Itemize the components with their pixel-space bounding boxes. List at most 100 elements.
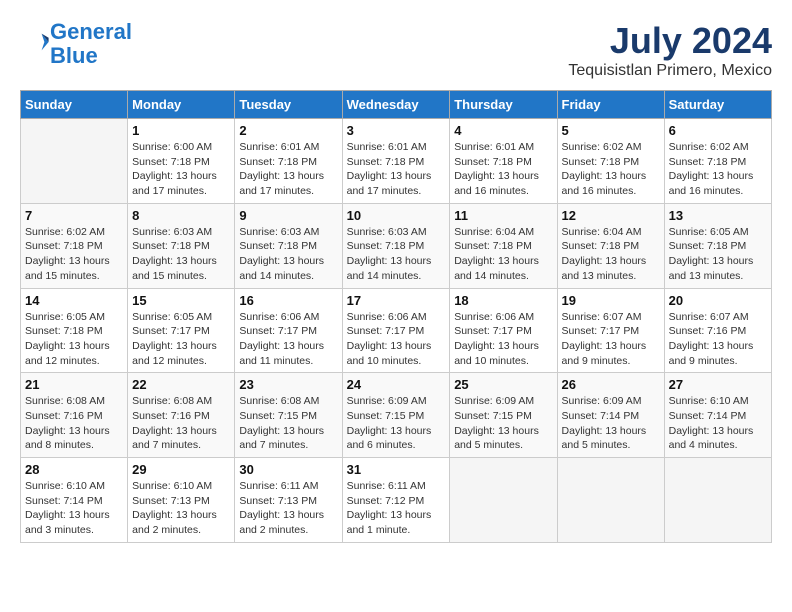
day-info: Sunrise: 6:09 AMSunset: 7:15 PMDaylight:…: [347, 394, 446, 453]
day-number: 25: [454, 377, 552, 392]
calendar-cell: 23Sunrise: 6:08 AMSunset: 7:15 PMDayligh…: [235, 373, 342, 458]
calendar-week-row: 1 Sunrise: 6:00 AMSunset: 7:18 PMDaylight…: [21, 119, 772, 204]
calendar-cell: 30 Sunrise: 6:11 AMSunset: 7:13 PMDayligh…: [235, 458, 342, 543]
calendar-cell: 22 Sunrise: 6:08 AMSunset: 7:16 PMDayligh…: [128, 373, 235, 458]
day-number: 15: [132, 293, 230, 308]
weekday-header: Sunday: [21, 91, 128, 119]
day-number: 20: [669, 293, 767, 308]
day-number: 9: [239, 208, 337, 223]
day-number: 12: [562, 208, 660, 223]
day-number: 8: [132, 208, 230, 223]
calendar-cell: 19 Sunrise: 6:07 AMSunset: 7:17 PMDayligh…: [557, 288, 664, 373]
day-info: Sunrise: 6:01 AMSunset: 7:18 PMDaylight:…: [347, 140, 446, 199]
day-number: 18: [454, 293, 552, 308]
day-info: Sunrise: 6:07 AMSunset: 7:16 PMDaylight:…: [669, 310, 767, 369]
day-number: 4: [454, 123, 552, 138]
logo-general: General: [50, 19, 132, 44]
calendar-week-row: 14 Sunrise: 6:05 AMSunset: 7:18 PMDayligh…: [21, 288, 772, 373]
day-info: Sunrise: 6:01 AMSunset: 7:18 PMDaylight:…: [454, 140, 552, 199]
calendar-cell: [450, 458, 557, 543]
day-number: 11: [454, 208, 552, 223]
day-number: 29: [132, 462, 230, 477]
page-header: General Blue July 2024 Tequisistlan Prim…: [20, 20, 772, 80]
day-number: 7: [25, 208, 123, 223]
calendar-cell: 5 Sunrise: 6:02 AMSunset: 7:18 PMDaylight…: [557, 119, 664, 204]
location-title: Tequisistlan Primero, Mexico: [568, 62, 772, 80]
day-info: Sunrise: 6:03 AMSunset: 7:18 PMDaylight:…: [347, 225, 446, 284]
day-number: 10: [347, 208, 446, 223]
day-number: 23: [239, 377, 337, 392]
calendar-cell: 26Sunrise: 6:09 AMSunset: 7:14 PMDayligh…: [557, 373, 664, 458]
day-info: Sunrise: 6:11 AMSunset: 7:13 PMDaylight:…: [239, 479, 337, 538]
weekday-header: Tuesday: [235, 91, 342, 119]
calendar-cell: 20 Sunrise: 6:07 AMSunset: 7:16 PMDayligh…: [664, 288, 771, 373]
calendar-cell: 7Sunrise: 6:02 AMSunset: 7:18 PMDaylight…: [21, 203, 128, 288]
day-number: 24: [347, 377, 446, 392]
day-info: Sunrise: 6:05 AMSunset: 7:17 PMDaylight:…: [132, 310, 230, 369]
calendar-cell: [557, 458, 664, 543]
day-number: 3: [347, 123, 446, 138]
day-info: Sunrise: 6:10 AMSunset: 7:13 PMDaylight:…: [132, 479, 230, 538]
calendar-cell: 28Sunrise: 6:10 AMSunset: 7:14 PMDayligh…: [21, 458, 128, 543]
day-number: 22: [132, 377, 230, 392]
day-number: 17: [347, 293, 446, 308]
day-info: Sunrise: 6:04 AMSunset: 7:18 PMDaylight:…: [562, 225, 660, 284]
day-number: 14: [25, 293, 123, 308]
day-info: Sunrise: 6:07 AMSunset: 7:17 PMDaylight:…: [562, 310, 660, 369]
day-info: Sunrise: 6:11 AMSunset: 7:12 PMDaylight:…: [347, 479, 446, 538]
calendar-cell: 27Sunrise: 6:10 AMSunset: 7:14 PMDayligh…: [664, 373, 771, 458]
day-number: 21: [25, 377, 123, 392]
day-info: Sunrise: 6:01 AMSunset: 7:18 PMDaylight:…: [239, 140, 337, 199]
day-info: Sunrise: 6:10 AMSunset: 7:14 PMDaylight:…: [669, 394, 767, 453]
calendar-week-row: 21 Sunrise: 6:08 AMSunset: 7:16 PMDayligh…: [21, 373, 772, 458]
calendar-cell: 14 Sunrise: 6:05 AMSunset: 7:18 PMDayligh…: [21, 288, 128, 373]
calendar-cell: 10 Sunrise: 6:03 AMSunset: 7:18 PMDayligh…: [342, 203, 450, 288]
calendar-cell: 25Sunrise: 6:09 AMSunset: 7:15 PMDayligh…: [450, 373, 557, 458]
day-number: 26: [562, 377, 660, 392]
calendar-cell: [664, 458, 771, 543]
calendar-cell: 11 Sunrise: 6:04 AMSunset: 7:18 PMDayligh…: [450, 203, 557, 288]
calendar-cell: 4 Sunrise: 6:01 AMSunset: 7:18 PMDaylight…: [450, 119, 557, 204]
weekday-header: Wednesday: [342, 91, 450, 119]
calendar-cell: 21Sunrise: 6:08 AMSunset: 7:16 PMDayligh…: [21, 373, 128, 458]
month-title: July 2024: [568, 20, 772, 62]
day-info: Sunrise: 6:06 AMSunset: 7:17 PMDaylight:…: [239, 310, 337, 369]
logo-blue: Blue: [50, 43, 98, 68]
day-info: Sunrise: 6:05 AMSunset: 7:18 PMDaylight:…: [25, 310, 123, 369]
calendar-cell: 3 Sunrise: 6:01 AMSunset: 7:18 PMDaylight…: [342, 119, 450, 204]
day-info: Sunrise: 6:06 AMSunset: 7:17 PMDaylight:…: [347, 310, 446, 369]
day-info: Sunrise: 6:00 AMSunset: 7:18 PMDaylight:…: [132, 140, 230, 199]
day-info: Sunrise: 6:04 AMSunset: 7:18 PMDaylight:…: [454, 225, 552, 284]
calendar-cell: 12 Sunrise: 6:04 AMSunset: 7:18 PMDayligh…: [557, 203, 664, 288]
calendar-cell: 31 Sunrise: 6:11 AMSunset: 7:12 PMDayligh…: [342, 458, 450, 543]
day-info: Sunrise: 6:02 AMSunset: 7:18 PMDaylight:…: [669, 140, 767, 199]
day-info: Sunrise: 6:02 AMSunset: 7:18 PMDaylight:…: [562, 140, 660, 199]
calendar-cell: 24 Sunrise: 6:09 AMSunset: 7:15 PMDayligh…: [342, 373, 450, 458]
calendar-week-row: 28Sunrise: 6:10 AMSunset: 7:14 PMDayligh…: [21, 458, 772, 543]
calendar-cell: 18Sunrise: 6:06 AMSunset: 7:17 PMDayligh…: [450, 288, 557, 373]
calendar-cell: 15 Sunrise: 6:05 AMSunset: 7:17 PMDayligh…: [128, 288, 235, 373]
day-info: Sunrise: 6:08 AMSunset: 7:16 PMDaylight:…: [132, 394, 230, 453]
day-number: 31: [347, 462, 446, 477]
day-info: Sunrise: 6:03 AMSunset: 7:18 PMDaylight:…: [239, 225, 337, 284]
day-info: Sunrise: 6:10 AMSunset: 7:14 PMDaylight:…: [25, 479, 123, 538]
calendar-cell: 2Sunrise: 6:01 AMSunset: 7:18 PMDaylight…: [235, 119, 342, 204]
calendar-cell: 17 Sunrise: 6:06 AMSunset: 7:17 PMDayligh…: [342, 288, 450, 373]
calendar-header: SundayMondayTuesdayWednesdayThursdayFrid…: [21, 91, 772, 119]
day-info: Sunrise: 6:03 AMSunset: 7:18 PMDaylight:…: [132, 225, 230, 284]
day-number: 16: [239, 293, 337, 308]
day-number: 30: [239, 462, 337, 477]
day-number: 5: [562, 123, 660, 138]
day-number: 6: [669, 123, 767, 138]
weekday-header: Saturday: [664, 91, 771, 119]
calendar-cell: 16 Sunrise: 6:06 AMSunset: 7:17 PMDayligh…: [235, 288, 342, 373]
calendar-cell: 1 Sunrise: 6:00 AMSunset: 7:18 PMDaylight…: [128, 119, 235, 204]
weekday-header: Friday: [557, 91, 664, 119]
day-number: 19: [562, 293, 660, 308]
calendar-week-row: 7Sunrise: 6:02 AMSunset: 7:18 PMDaylight…: [21, 203, 772, 288]
calendar-cell: 13Sunrise: 6:05 AMSunset: 7:18 PMDayligh…: [664, 203, 771, 288]
day-number: 1: [132, 123, 230, 138]
weekday-header: Monday: [128, 91, 235, 119]
title-block: July 2024 Tequisistlan Primero, Mexico: [568, 20, 772, 80]
calendar-cell: [21, 119, 128, 204]
